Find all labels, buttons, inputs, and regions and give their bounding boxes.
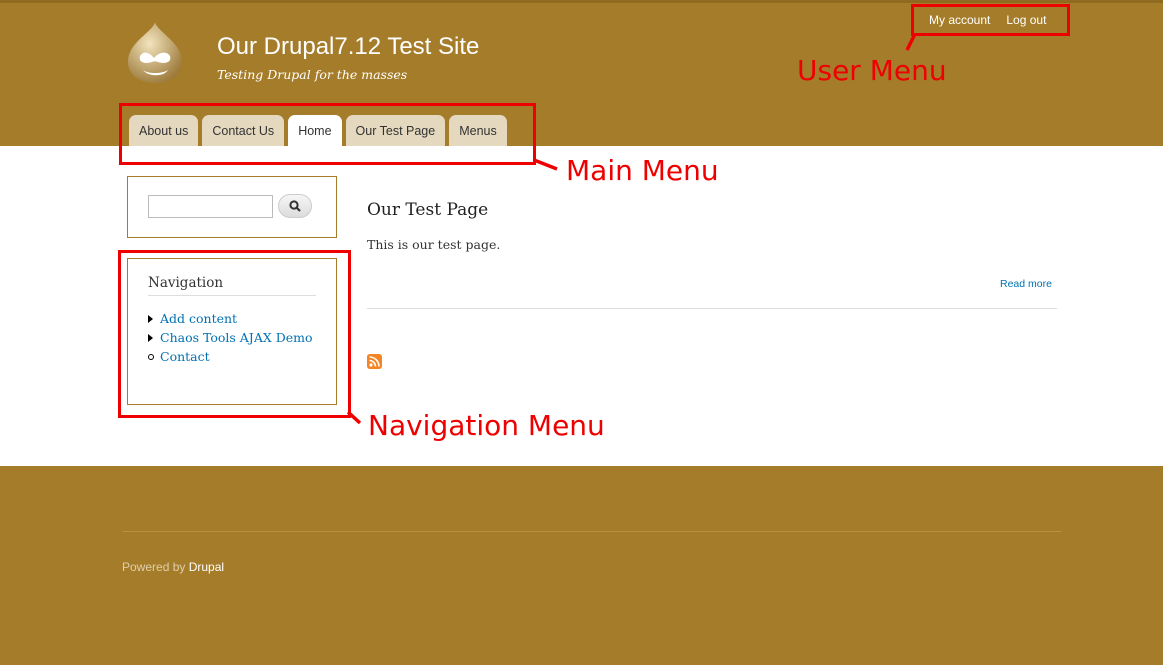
site-slogan: Testing Drupal for the masses [217, 67, 408, 82]
main-menu-highlight [119, 103, 536, 165]
navigation-menu-annotation: Navigation Menu [368, 409, 605, 442]
rss-feed-icon[interactable] [367, 354, 382, 369]
header-shadow [0, 0, 1163, 3]
navigation-menu-pointer [347, 410, 362, 425]
user-menu-annotation: User Menu [797, 54, 947, 87]
main-menu-annotation: Main Menu [566, 154, 719, 187]
drupal-link[interactable]: Drupal [189, 560, 224, 574]
search-icon [289, 200, 301, 212]
site-name[interactable]: Our Drupal7.12 Test Site [217, 33, 479, 61]
read-more-link[interactable]: Read more [1000, 278, 1052, 290]
footer-divider [122, 531, 1062, 532]
divider [367, 308, 1057, 309]
main-menu-pointer [533, 158, 558, 171]
user-menu-pointer [905, 33, 917, 51]
node-body: This is our test page. [367, 237, 501, 252]
drupal-logo-icon[interactable] [126, 20, 184, 84]
node-title[interactable]: Our Test Page [367, 200, 488, 220]
navigation-menu-highlight [118, 250, 351, 418]
search-input[interactable] [148, 195, 273, 218]
search-block [127, 176, 337, 238]
search-button[interactable] [278, 194, 312, 218]
powered-by-prefix: Powered by [122, 560, 189, 574]
powered-by: Powered by Drupal [122, 560, 224, 574]
user-menu-highlight [911, 4, 1070, 36]
